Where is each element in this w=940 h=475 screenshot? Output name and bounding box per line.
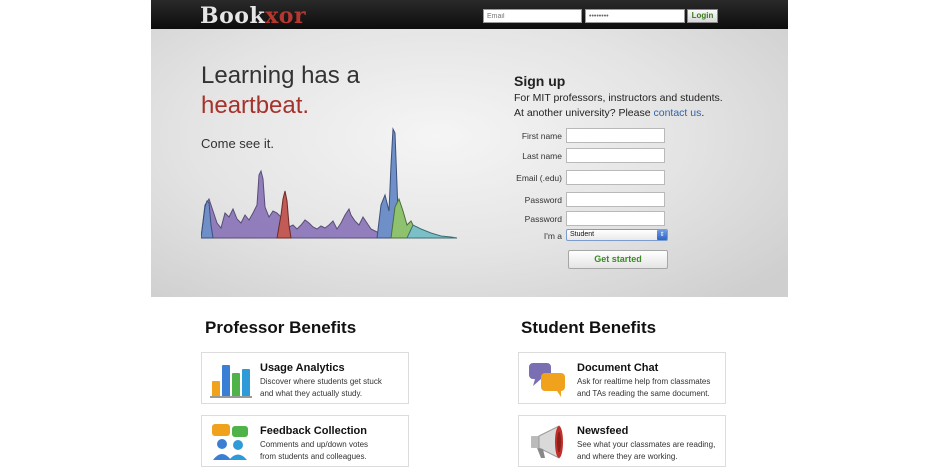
login-email-input[interactable] (483, 9, 582, 23)
professor-benefits-title: Professor Benefits (205, 318, 357, 337)
get-started-button[interactable]: Get started (568, 250, 668, 269)
signup-subtitle-prefix: At another university? Please (514, 107, 654, 119)
bar-chart-icon (210, 365, 252, 398)
feedback-collection-desc-line1: Comments and up/down votes (260, 440, 369, 449)
heartbeat-activity-graphic (201, 127, 458, 239)
signup-subtitle-line1: For MIT professors, instructors and stud… (514, 92, 723, 104)
usage-analytics-title: Usage Analytics (260, 362, 345, 374)
feedback-collection-desc-line2: from students and colleagues. (260, 452, 367, 461)
select-arrows-icon: ⇕ (657, 230, 667, 240)
signup-subtitle-line2: At another university? Please contact us… (514, 107, 704, 119)
last-name-input[interactable] (566, 148, 665, 163)
usage-analytics-desc-line1: Discover where students get stuck (260, 377, 382, 386)
bookxor-logo[interactable]: Bookxor (200, 3, 306, 29)
logo-text-accent: xor (265, 3, 307, 29)
contact-us-link[interactable]: contact us (654, 107, 702, 119)
email-edu-input[interactable] (566, 170, 665, 185)
login-password-input[interactable] (585, 9, 685, 23)
email-edu-label: Email (.edu) (516, 173, 562, 183)
role-label: I'm a (543, 231, 562, 241)
student-benefits-title: Student Benefits (521, 318, 657, 337)
signup-title: Sign up (514, 73, 566, 89)
document-chat-title: Document Chat (577, 362, 659, 374)
megaphone-icon (531, 425, 563, 459)
password-input[interactable] (566, 192, 665, 207)
signup-subtitle-suffix: . (701, 107, 705, 119)
last-name-label: Last name (522, 151, 562, 161)
usage-analytics-desc-line2: and what they actually study. (260, 389, 363, 398)
hero-section: Learning has a heartbeat. Come see it. S… (151, 29, 788, 297)
password-confirm-label: Password (524, 214, 562, 224)
first-name-label: First name (521, 131, 562, 141)
people-chat-icon (212, 424, 248, 460)
hero-headline-line2: heartbeat. (201, 92, 310, 119)
document-chat-card: Document Chat Ask for realtime help from… (518, 352, 726, 404)
password-label: Password (524, 195, 562, 205)
hero-headline-line1: Learning has a (201, 62, 360, 89)
role-selected-value: Student (570, 231, 595, 238)
newsfeed-title: Newsfeed (577, 425, 629, 437)
document-chat-desc-line2: and TAs reading the same document. (577, 389, 710, 398)
role-select[interactable]: Student ⇕ (566, 229, 668, 241)
feedback-collection-title: Feedback Collection (260, 425, 367, 437)
password-confirm-input[interactable] (566, 211, 665, 226)
newsfeed-desc-line2: and where they are working. (577, 452, 678, 461)
usage-analytics-card: Usage Analytics Discover where students … (201, 352, 409, 404)
first-name-input[interactable] (566, 128, 665, 143)
document-chat-desc-line1: Ask for realtime help from classmates (577, 377, 711, 386)
feedback-collection-card: Feedback Collection Comments and up/down… (201, 415, 409, 467)
newsfeed-card: Newsfeed See what your classmates are re… (518, 415, 726, 467)
newsfeed-desc-line1: See what your classmates are reading, (577, 440, 716, 449)
top-navigation-bar: Bookxor Login (151, 0, 788, 29)
chat-bubbles-icon (529, 363, 565, 397)
logo-text-main: Book (200, 3, 266, 29)
login-button[interactable]: Login (687, 9, 718, 23)
activity-band-teal (406, 224, 458, 239)
